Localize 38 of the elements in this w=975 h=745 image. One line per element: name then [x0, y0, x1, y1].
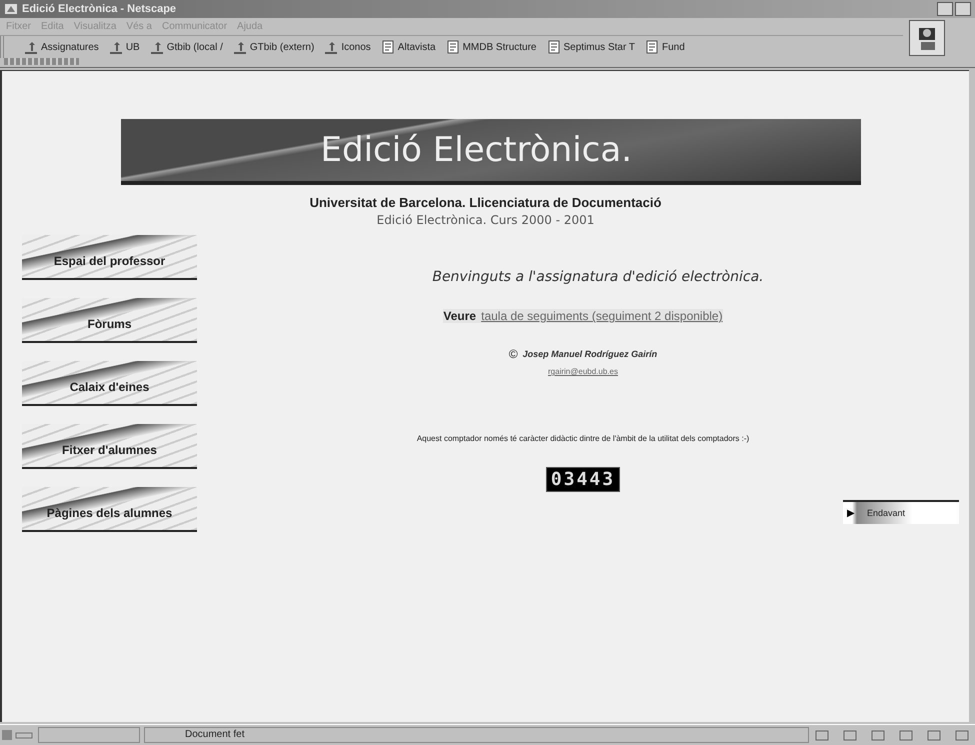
tracking-link[interactable]: taula de seguiments (seguiment 2 disponible)	[481, 309, 723, 323]
bookmark[interactable]: Gtbib (local /	[150, 40, 223, 54]
visit-counter: 03443	[546, 467, 620, 492]
browser-logo[interactable]	[909, 20, 945, 56]
nav-button[interactable]: Calaix d'eines	[22, 361, 197, 406]
email-link[interactable]: rgairin@eubd.ub.es	[548, 367, 618, 376]
document-icon	[380, 40, 395, 54]
security-icon	[0, 727, 34, 743]
nav-button[interactable]: Pàgines dels alumnes	[22, 487, 197, 532]
bookmark[interactable]: MMDB Structure	[446, 40, 536, 54]
document-icon	[546, 40, 560, 54]
bookmark[interactable]: Iconos	[324, 40, 371, 54]
course-text: Edició Electrònica. Curs 2000 - 2001	[376, 213, 594, 227]
bookmark[interactable]: Septimus Star T	[546, 40, 636, 54]
status-text: Document fet	[144, 727, 809, 743]
maximize-button[interactable]	[955, 2, 971, 16]
tracking-label: Veure	[443, 309, 476, 323]
nav-button[interactable]: Fitxer d'alumnes	[22, 424, 197, 469]
bookmark[interactable]: Altavista	[380, 40, 436, 54]
institution-text: Universitat de Barcelona. Llicenciatura de Documentació	[310, 195, 662, 210]
welcome-text: Benvinguts a l'assignatura d'edició electrònica.	[432, 269, 764, 285]
nav-button[interactable]: Fòrums	[22, 298, 197, 343]
author-name: Josep Manuel Rodríguez Gairín	[522, 349, 658, 359]
bookmark[interactable]: GTbib (extern)	[232, 40, 314, 54]
app-icon	[4, 2, 18, 16]
bookmark[interactable]: UB	[108, 40, 140, 54]
nav-button[interactable]: Espai del professor	[22, 235, 197, 280]
document-icon	[645, 40, 660, 54]
copyright-mark: ©	[508, 347, 518, 361]
minimize-button[interactable]	[937, 2, 953, 16]
document-icon	[446, 40, 460, 54]
banner-title: Edició Electrònica.	[120, 119, 860, 185]
bookmark[interactable]: Fund	[645, 40, 685, 54]
window-title: Edició Electrònica - Netscape	[22, 3, 176, 15]
counter-note: Aquest comptador només té caràcter didàctic dintre de l'àmbit de la utilitat dels comptadors :-)	[416, 434, 750, 443]
next-button[interactable]: ▶ Endavant	[843, 500, 959, 524]
toolbar-grip[interactable]	[4, 58, 79, 65]
bookmark[interactable]: Assignatures	[24, 40, 99, 54]
